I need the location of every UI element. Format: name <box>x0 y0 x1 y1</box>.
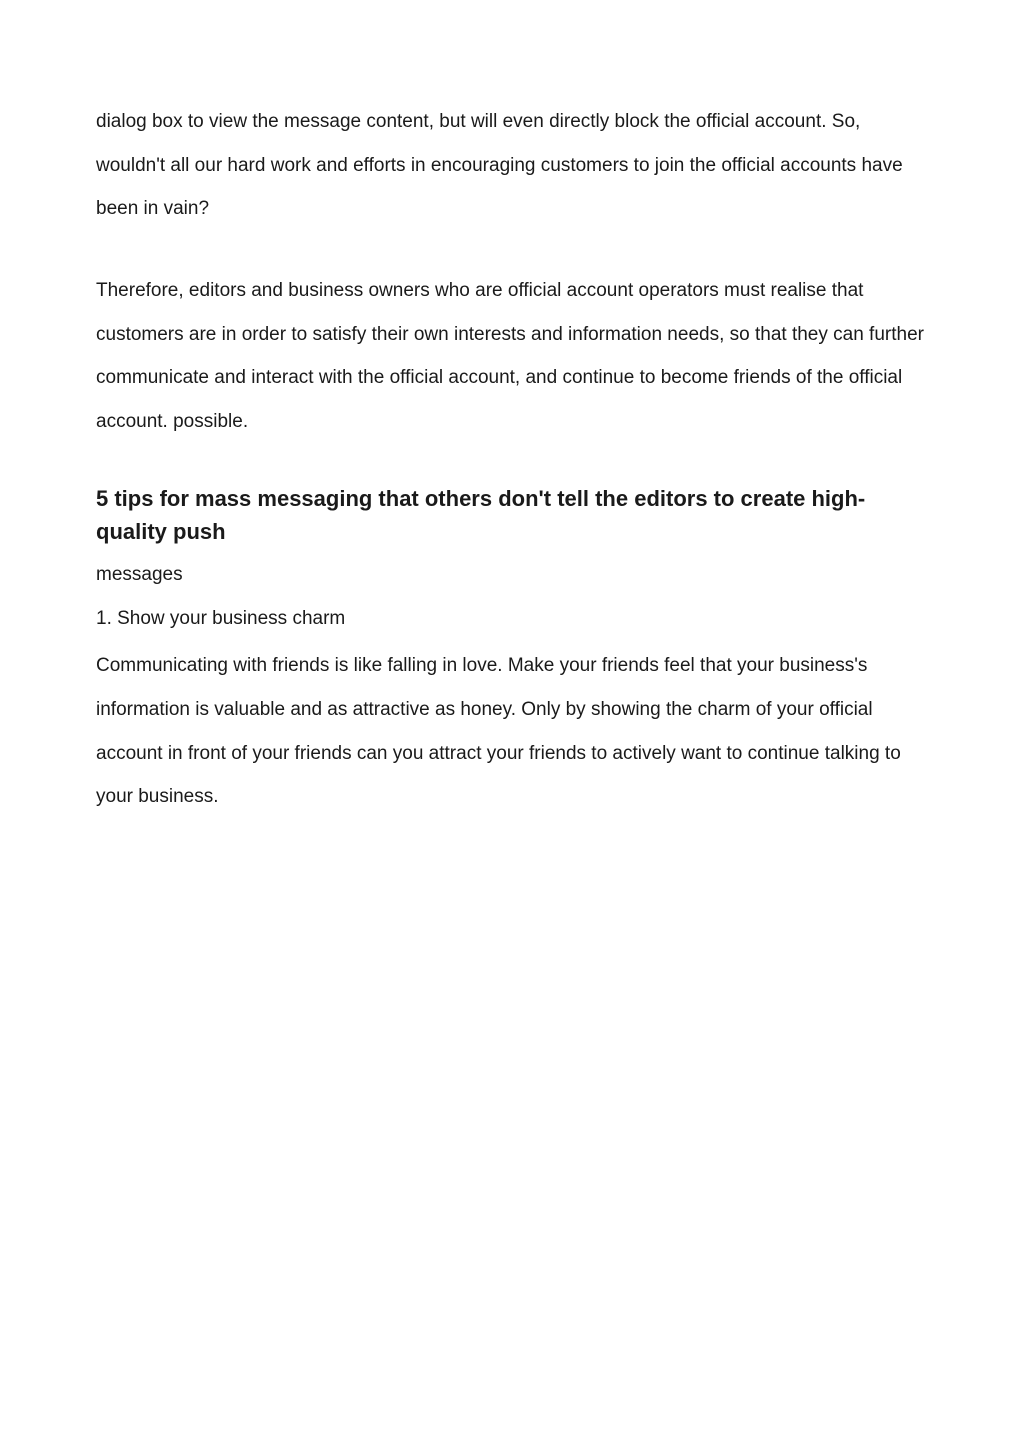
paragraph-1: dialog box to view the message content, … <box>96 100 928 231</box>
paragraph-2: Therefore, editors and business owners w… <box>96 269 928 444</box>
section-heading: 5 tips for mass messaging that others do… <box>96 482 928 548</box>
body-paragraph: Communicating with friends is like falli… <box>96 644 928 819</box>
heading-subtext: messages <box>96 560 928 590</box>
list-item-1: 1. Show your business charm <box>96 602 928 636</box>
